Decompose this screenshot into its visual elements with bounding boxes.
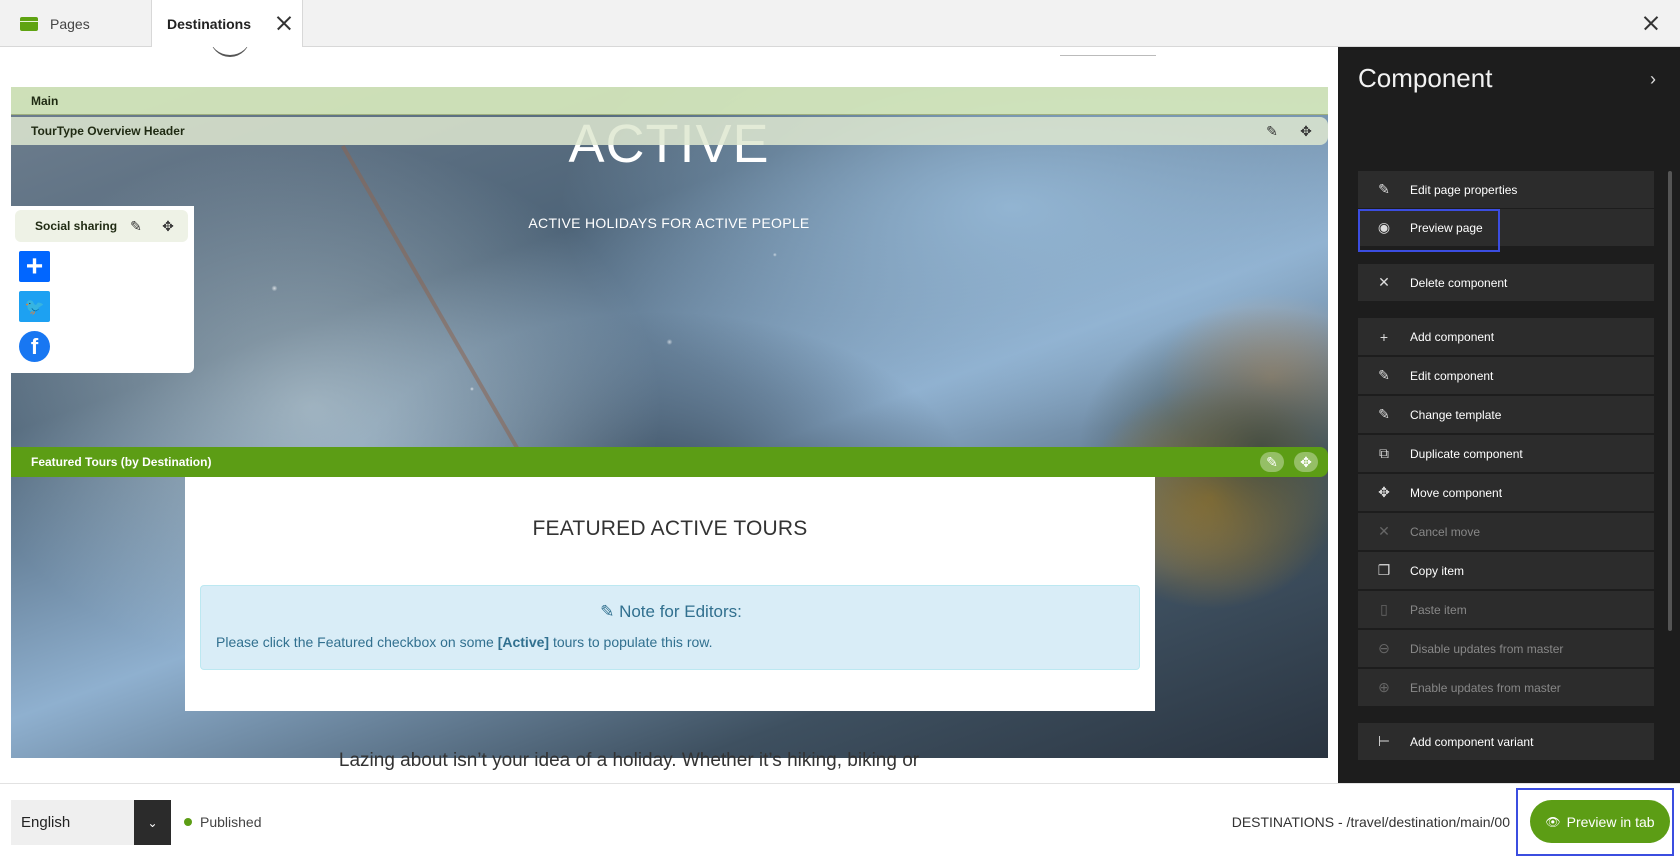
menu-item-move-component[interactable]: ✥ Move component xyxy=(1358,474,1654,511)
publish-status: Published xyxy=(184,814,262,830)
note-text-after: tours to populate this row. xyxy=(549,634,713,650)
panel-title: Component xyxy=(1358,63,1493,93)
social-sharing-label: Social sharing xyxy=(35,219,118,233)
bottom-bar: English ⌄ Published DESTINATIONS - /trav… xyxy=(0,783,1680,858)
note-text-before: Please click the Featured checkbox on so… xyxy=(216,634,498,650)
paste-icon: ▯ xyxy=(1380,601,1388,617)
menu-item-preview-page[interactable]: ◉ Preview page xyxy=(1358,209,1654,246)
menu-item-disable-updates-from-master[interactable]: ⊖ Disable updates from master xyxy=(1358,630,1654,667)
edit-icon[interactable]: ✎ xyxy=(124,216,148,236)
hero-subtitle: ACTIVE HOLIDAYS FOR ACTIVE PEOPLE xyxy=(528,215,810,231)
menu-item-label: Add component variant xyxy=(1410,734,1534,749)
pages-icon xyxy=(20,16,38,31)
tab-bar: Pages Destinations xyxy=(0,0,1680,48)
page-canvas: ACTIVE ACTIVE HOLIDAYS FOR ACTIVE PEOPLE… xyxy=(0,47,1338,783)
close-icon: ✕ xyxy=(1378,274,1390,290)
close-icon: ✕ xyxy=(1378,523,1390,539)
language-value: English xyxy=(21,814,71,831)
menu-item-label: Preview page xyxy=(1410,220,1483,235)
edit-icon[interactable]: ✎ xyxy=(1260,121,1284,141)
menu-item-label: Edit component xyxy=(1410,368,1494,383)
featured-tours-panel: FEATURED ACTIVE TOURS ✎ Note for Editors… xyxy=(185,477,1155,711)
menu-item-add-component-variant[interactable]: ⊢ Add component variant xyxy=(1358,723,1654,760)
social-sharing-component: Social sharing ✎ ✥ + 🐦 f xyxy=(11,206,194,373)
page-path: DESTINATIONS - /travel/destination/main/… xyxy=(1231,814,1510,830)
intro-text-content: Lazing about isn’t your idea of a holida… xyxy=(338,750,920,771)
edit-icon[interactable]: ✎ xyxy=(1260,452,1284,472)
chevron-down-icon[interactable]: ⌄ xyxy=(134,800,171,845)
panel-scrollbar[interactable] xyxy=(1668,171,1672,631)
menu-item-change-template[interactable]: ✎ Change template xyxy=(1358,396,1654,433)
preview-in-tab-button[interactable]: 👁 Preview in tab xyxy=(1530,800,1670,843)
menu-item-label: Disable updates from master xyxy=(1410,641,1564,656)
intro-text: Lazing about isn’t your idea of a holida… xyxy=(0,750,1338,772)
eye-icon: ◉ xyxy=(1377,219,1391,235)
menu-item-label: Edit page properties xyxy=(1410,182,1518,197)
menu-item-label: Duplicate component xyxy=(1410,446,1523,461)
pencil-icon: ✎ xyxy=(1378,367,1390,383)
share-add-icon[interactable]: + xyxy=(19,250,50,283)
move-icon[interactable]: ✥ xyxy=(1294,121,1318,141)
featured-title: FEATURED ACTIVE TOURS xyxy=(532,517,808,540)
pencil-icon: ✎ xyxy=(1378,181,1390,197)
tab-destinations[interactable]: Destinations xyxy=(152,0,303,48)
menu-item-label: Copy item xyxy=(1410,563,1465,578)
tourtype-header-label: TourType Overview Header xyxy=(31,124,185,138)
menu-item-enable-updates-from-master[interactable]: ⊕ Enable updates from master xyxy=(1358,669,1654,706)
menu-item-label: Move component xyxy=(1410,485,1503,500)
featured-tours-label: Featured Tours (by Destination) xyxy=(31,455,212,469)
note-text-bold: [Active] xyxy=(497,634,550,650)
variant-icon: ⊢ xyxy=(1377,733,1391,749)
menu-item-duplicate-component[interactable]: ⧉ Duplicate component xyxy=(1358,435,1654,472)
main-area-bar[interactable]: Main xyxy=(11,87,1328,115)
menu-item-label: Delete component xyxy=(1410,275,1508,290)
move-icon: ✥ xyxy=(1378,484,1390,500)
pencil-icon: ✎ xyxy=(1378,406,1390,422)
unlink-icon: ⊖ xyxy=(1378,640,1390,656)
language-select[interactable]: English ⌄ xyxy=(11,800,171,845)
pencil-icon: ✎ xyxy=(600,602,620,621)
featured-tours-bar[interactable]: Featured Tours (by Destination) ✎ ✥ xyxy=(11,447,1328,477)
copy-icon: ❐ xyxy=(1377,562,1391,578)
link-icon: ⊕ xyxy=(1378,679,1390,695)
note-title-text: Note for Editors: xyxy=(619,602,742,621)
note-title: ✎ Note for Editors: xyxy=(201,602,1141,622)
nav-underline xyxy=(1060,55,1156,56)
twitter-icon[interactable]: 🐦 xyxy=(19,291,50,322)
status-label: Published xyxy=(200,814,262,830)
move-icon[interactable]: ✥ xyxy=(1294,452,1318,472)
tab-pages-label: Pages xyxy=(50,15,90,32)
menu-item-paste-item[interactable]: ▯ Paste item xyxy=(1358,591,1654,628)
menu-item-copy-item[interactable]: ❐ Copy item xyxy=(1358,552,1654,589)
eye-icon: 👁 xyxy=(1545,814,1561,829)
tab-destinations-label: Destinations xyxy=(167,16,252,32)
facebook-icon[interactable]: f xyxy=(19,331,50,362)
close-window-icon[interactable] xyxy=(1642,14,1660,32)
main-area-label: Main xyxy=(31,93,59,108)
preview-in-tab-label: Preview in tab xyxy=(1566,813,1655,830)
menu-item-add-component[interactable]: + Add component xyxy=(1358,318,1654,355)
menu-item-label: Add component xyxy=(1410,329,1495,344)
menu-item-label: Paste item xyxy=(1410,602,1467,617)
close-tab-icon[interactable] xyxy=(276,15,292,31)
menu-item-label: Change template xyxy=(1410,407,1502,422)
menu-item-label: Enable updates from master xyxy=(1410,680,1561,695)
menu-item-edit-component[interactable]: ✎ Edit component xyxy=(1358,357,1654,394)
duplicate-icon: ⧉ xyxy=(1379,445,1389,461)
menu-item-label: Cancel move xyxy=(1410,524,1481,539)
menu-item-edit-page-properties[interactable]: ✎ Edit page properties xyxy=(1358,171,1654,208)
tourtype-header-bar[interactable]: TourType Overview Header ✎ ✥ xyxy=(11,117,1328,145)
social-sharing-bar[interactable]: Social sharing ✎ ✥ xyxy=(15,210,188,242)
chevron-right-icon[interactable]: › xyxy=(1650,69,1656,90)
note-text: Please click the Featured checkbox on so… xyxy=(216,634,713,650)
menu-item-cancel-move[interactable]: ✕ Cancel move xyxy=(1358,513,1654,550)
menu-item-delete-component[interactable]: ✕ Delete component xyxy=(1358,264,1654,301)
status-dot-icon xyxy=(184,818,192,826)
move-icon[interactable]: ✥ xyxy=(156,216,180,236)
logo xyxy=(210,47,250,57)
component-panel: Component › ✎ Edit page properties ◉ Previe… xyxy=(1338,47,1680,783)
plus-icon: + xyxy=(1379,328,1389,345)
tab-pages[interactable]: Pages xyxy=(0,0,152,47)
editor-note: ✎ Note for Editors: Please click the Fea… xyxy=(200,585,1140,670)
